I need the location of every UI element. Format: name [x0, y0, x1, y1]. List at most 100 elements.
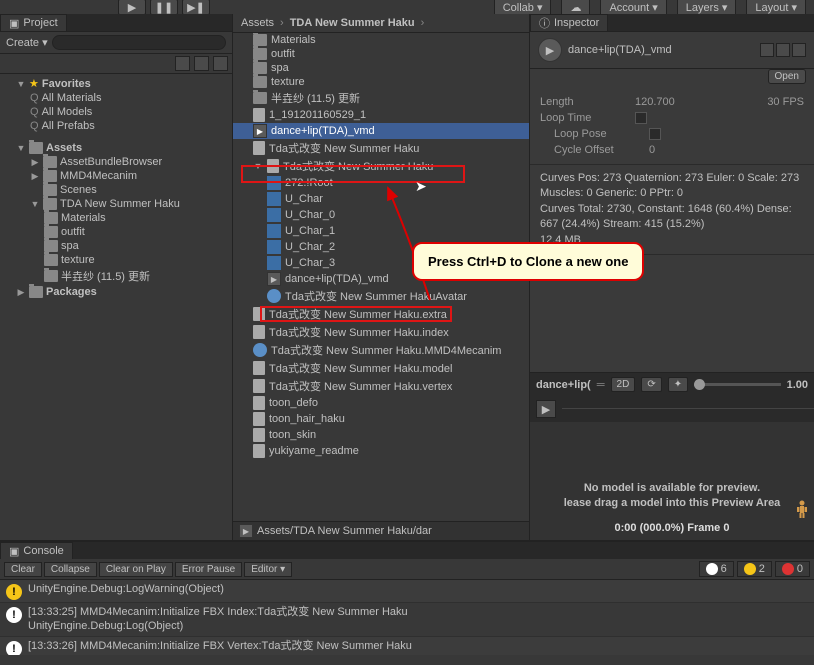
project-tab[interactable]: ▣Project	[0, 14, 67, 31]
mesh-icon	[267, 256, 281, 270]
list-item[interactable]: U_Char	[233, 191, 529, 207]
folder-cn[interactable]: 半垚纱 (11.5) 更新	[0, 267, 232, 285]
loop-time-checkbox[interactable]	[635, 112, 647, 124]
console-row[interactable]: ! [13:33:26] MMD4Mecanim:Initialize FBX …	[0, 637, 814, 655]
list-item[interactable]: texture	[233, 75, 529, 89]
image-icon	[253, 412, 265, 426]
help-icon[interactable]	[776, 43, 790, 57]
list-item[interactable]: 1_191201160529_1	[233, 107, 529, 123]
list-item[interactable]: Tda式改变 New Summer Haku.model	[233, 359, 529, 377]
breadcrumb-root[interactable]: Assets	[241, 17, 274, 29]
list-item[interactable]: toon_hair_haku	[233, 411, 529, 427]
play-button[interactable]: ▶	[118, 0, 146, 15]
list-item[interactable]: Tda式改变 New Summer HakuAvatar	[233, 287, 529, 305]
btn-ik-icon[interactable]: ✦	[668, 377, 688, 392]
asset-title: dance+lip(TDA)_vmd	[568, 44, 672, 56]
fav-all-prefabs[interactable]: QAll Prefabs	[0, 119, 232, 133]
folder-outfit[interactable]: outfit	[0, 225, 232, 239]
pause-button[interactable]: ❚❚	[150, 0, 178, 15]
hidden-icon[interactable]	[213, 56, 228, 71]
console-tab[interactable]: ▣Console	[0, 542, 73, 559]
text-icon	[253, 325, 265, 339]
list-item[interactable]: Tda式改变 New Summer Haku.MMD4Mecanim	[233, 341, 529, 359]
list-item[interactable]: outfit	[233, 47, 529, 61]
list-item[interactable]: Tda式改变 New Summer Haku.index	[233, 323, 529, 341]
list-item[interactable]: Materials	[233, 33, 529, 47]
list-item[interactable]: Tda式改变 New Summer Haku.vertex	[233, 377, 529, 395]
mesh-icon	[267, 224, 281, 238]
search-icon: Q	[30, 120, 39, 132]
folder-spa[interactable]: spa	[0, 239, 232, 253]
list-item[interactable]: toon_defo	[233, 395, 529, 411]
list-item[interactable]: toon_skin	[233, 427, 529, 443]
folder-icon: ▣	[9, 17, 19, 30]
open-button[interactable]: Open	[768, 69, 806, 84]
cycle-offset-value[interactable]: 0	[649, 144, 655, 156]
speed-slider[interactable]	[694, 383, 780, 386]
info-icon: !	[6, 607, 22, 623]
favorites-root[interactable]: ▼★Favorites	[0, 76, 232, 91]
fav-all-models[interactable]: QAll Models	[0, 105, 232, 119]
inspector-tab[interactable]: ⓘInspector	[530, 14, 608, 31]
breadcrumb-current[interactable]: TDA New Summer Haku	[290, 17, 415, 29]
clear-on-play-button[interactable]: Clear on Play	[99, 562, 173, 577]
btn-2d[interactable]: 2D	[611, 377, 636, 392]
preview-viewport[interactable]: No model is available for preview. lease…	[530, 422, 814, 540]
project-search-input[interactable]	[52, 35, 226, 50]
folder-mmd4mecanim[interactable]: ▶MMD4Mecanim	[0, 169, 232, 183]
fav-all-materials[interactable]: QAll Materials	[0, 91, 232, 105]
console-row[interactable]: ! [13:33:25] MMD4Mecanim:Initialize FBX …	[0, 603, 814, 637]
list-item[interactable]: 半垚纱 (11.5) 更新	[233, 89, 529, 107]
list-item[interactable]: U_Char_0	[233, 207, 529, 223]
avatar-preview-icon[interactable]	[794, 500, 810, 518]
nomodel-text-1: No model is available for preview.	[534, 481, 810, 495]
settings-icon[interactable]	[792, 43, 806, 57]
error-count[interactable]: 0	[775, 561, 810, 577]
error-pause-button[interactable]: Error Pause	[175, 562, 242, 577]
text-icon	[253, 444, 265, 458]
preview-play-button[interactable]: ▶	[536, 400, 556, 418]
folder-scenes[interactable]: Scenes	[0, 183, 232, 197]
info-icon	[706, 563, 718, 575]
breadcrumb[interactable]: Assets › TDA New Summer Haku ›	[233, 14, 529, 33]
folder-texture[interactable]: texture	[0, 253, 232, 267]
text-icon	[253, 379, 265, 393]
assets-root[interactable]: ▼Assets	[0, 141, 232, 155]
list-item[interactable]: 272.!Root	[233, 175, 529, 191]
folder-icon	[43, 170, 57, 182]
list-item[interactable]: ▼Tda式改变 New Summer Haku	[233, 157, 529, 175]
folder-tda[interactable]: ▼TDA New Summer Haku	[0, 197, 232, 211]
list-item[interactable]: Tda式改变 New Summer Haku.extra	[233, 305, 529, 323]
folder-materials[interactable]: Materials	[0, 211, 232, 225]
editor-dropdown[interactable]: Editor ▾	[244, 562, 292, 577]
folder-assetbundle[interactable]: ▶AssetBundleBrowser	[0, 155, 232, 169]
btn-pivot-icon[interactable]: ⟳	[641, 377, 661, 392]
filter-icon[interactable]	[175, 56, 190, 71]
folder-icon	[29, 286, 43, 298]
text-icon	[253, 307, 265, 321]
list-item[interactable]: spa	[233, 61, 529, 75]
asset-path-bar: ▶Assets/TDA New Summer Haku/dar	[233, 521, 529, 540]
project-tree: ▼★Favorites QAll Materials QAll Models Q…	[0, 74, 232, 540]
folder-icon	[44, 226, 58, 238]
collapse-button[interactable]: Collapse	[44, 562, 97, 577]
preview-play-icon[interactable]: ▶	[538, 38, 562, 62]
info-count[interactable]: 6	[699, 561, 734, 577]
console-panel: ▣Console Clear Collapse Clear on Play Er…	[0, 540, 814, 655]
loop-pose-checkbox[interactable]	[649, 128, 661, 140]
step-button[interactable]: ▶❚	[182, 0, 210, 15]
packages-root[interactable]: ▶Packages	[0, 285, 232, 299]
clear-button[interactable]: Clear	[4, 562, 42, 577]
create-dropdown[interactable]: Create ▾	[6, 36, 48, 49]
warning-icon: !	[6, 584, 22, 600]
list-item[interactable]: U_Char_1	[233, 223, 529, 239]
list-item[interactable]: yukiyame_readme	[233, 443, 529, 459]
favorites-icon[interactable]	[194, 56, 209, 71]
console-row[interactable]: ! UnityEngine.Debug:LogWarning(Object)	[0, 580, 814, 603]
folder-icon	[43, 184, 57, 196]
animation-clip-icon: ▶	[253, 124, 267, 138]
component-icon[interactable]	[760, 43, 774, 57]
warn-count[interactable]: 2	[737, 561, 772, 577]
list-item[interactable]: Tda式改变 New Summer Haku	[233, 139, 529, 157]
list-item-selected[interactable]: ▶dance+lip(TDA)_vmd	[233, 123, 529, 139]
